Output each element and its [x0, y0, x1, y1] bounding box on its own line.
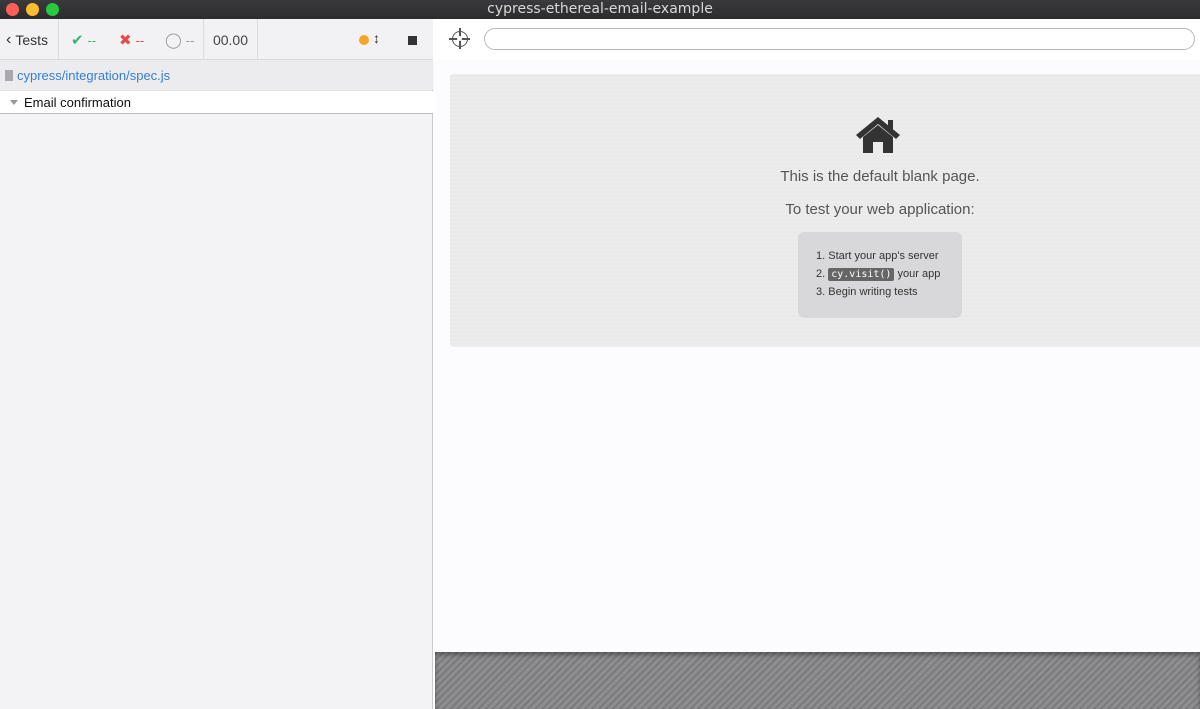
list-item: 1. Start your app's server	[816, 250, 939, 262]
status-dot-icon	[359, 35, 369, 45]
duration: 00.00	[204, 19, 258, 60]
blank-page-subtitle: To test your web application:	[785, 201, 975, 218]
suite-row[interactable]: Email confirmation	[0, 91, 433, 114]
app-preview: This is the default blank page. To test …	[435, 60, 1200, 652]
reporter-panel: ‹ Tests ✔ -- ✖ -- ◯ -- 00.00 ↕ cypress/i…	[0, 19, 433, 709]
reporter-header: ‹ Tests ✔ -- ✖ -- ◯ -- 00.00 ↕	[0, 19, 433, 60]
back-to-tests-button[interactable]: ‹ Tests	[0, 19, 59, 60]
pending-stat: ◯ --	[165, 31, 194, 49]
circle-pending-icon: ◯	[165, 32, 182, 49]
default-blank-page: This is the default blank page. To test …	[450, 74, 1200, 347]
steps-list: 1. Start your app's server 2. cy.visit()…	[798, 232, 962, 318]
window-titlebar: cypress-ethereal-email-example	[0, 0, 1200, 19]
chevron-left-icon: ‹	[6, 30, 12, 48]
zoom-window-icon[interactable]	[46, 3, 59, 16]
file-icon	[5, 69, 13, 81]
passed-count: --	[87, 32, 97, 48]
spec-path-link[interactable]: cypress/integration/spec.js	[17, 68, 170, 83]
close-window-icon[interactable]	[6, 3, 19, 16]
stats-group: ✔ -- ✖ -- ◯ --	[59, 19, 204, 60]
list-item: 3. Begin writing tests	[816, 286, 918, 298]
back-label: Tests	[15, 31, 49, 48]
viewport-background	[435, 652, 1200, 709]
caret-down-icon[interactable]	[10, 99, 18, 105]
home-icon	[856, 117, 900, 153]
reporter-controls: ↕	[258, 19, 433, 60]
blank-page-title: This is the default blank page.	[780, 168, 980, 185]
window-title: cypress-ethereal-email-example	[487, 1, 713, 17]
url-bar[interactable]	[484, 28, 1195, 50]
minimize-window-icon[interactable]	[26, 3, 39, 16]
x-icon: ✖	[119, 32, 132, 49]
check-icon: ✔	[71, 32, 84, 49]
suite-title: Email confirmation	[24, 94, 131, 110]
crosshair-icon[interactable]	[449, 28, 470, 49]
failed-stat: ✖ --	[119, 31, 144, 49]
passed-stat: ✔ --	[71, 31, 96, 49]
list-item: 2. cy.visit() your app	[816, 268, 941, 281]
code-snippet: cy.visit()	[828, 268, 895, 281]
pending-count: --	[185, 32, 195, 48]
up-down-arrow-icon[interactable]: ↕	[373, 30, 380, 46]
failed-count: --	[135, 32, 145, 48]
stop-icon[interactable]	[408, 36, 417, 45]
app-header	[434, 19, 1200, 60]
spec-file-row: cypress/integration/spec.js	[0, 60, 433, 90]
